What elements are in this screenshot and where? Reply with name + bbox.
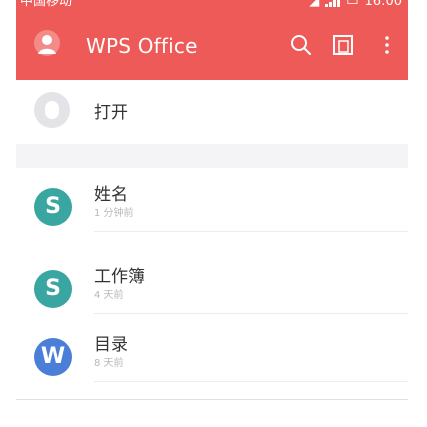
doc-name: 姓名: [94, 185, 128, 205]
spreadsheet-icon: S: [34, 188, 72, 226]
wifi-icon: ◢: [309, 0, 320, 9]
battery-icon: ▭: [346, 0, 359, 9]
section-divider: [16, 144, 408, 168]
row-divider: [94, 381, 408, 382]
spreadsheet-icon: S: [34, 270, 72, 308]
more-vertical-icon[interactable]: [374, 32, 400, 58]
doc-name: 工作簿: [94, 267, 145, 287]
list-item[interactable]: S 工作簿 4 天前: [16, 262, 408, 314]
doc-time: 1 分钟前: [94, 208, 134, 219]
signal-icon: [325, 0, 341, 7]
user-avatar-icon[interactable]: [34, 30, 60, 56]
row-divider: [94, 313, 408, 314]
list-item[interactable]: W 目录 8 天前: [16, 330, 408, 382]
doc-name: 目录: [94, 335, 128, 355]
doc-time: 4 天前: [94, 290, 124, 301]
bottom-divider: [16, 399, 408, 400]
open-file-row[interactable]: 打开: [16, 80, 408, 144]
content-area: 打开 S 姓名 1 分钟前 S 工作簿 4 天前 W 目录 8 天前: [16, 80, 408, 427]
multiwindow-icon[interactable]: [330, 32, 356, 58]
status-bar: 中国移动 ◢ ▭ 16:00: [16, 0, 408, 16]
carrier-label: 中国移动: [20, 0, 73, 9]
app-title: WPS Office: [86, 34, 198, 58]
list-item[interactable]: S 姓名 1 分钟前: [16, 180, 408, 232]
writer-doc-icon: W: [34, 338, 72, 376]
row-divider: [94, 231, 408, 232]
folder-open-icon: [34, 92, 70, 128]
search-icon[interactable]: [288, 32, 314, 58]
open-file-label: 打开: [94, 103, 128, 123]
phone-screen: 中国移动 ◢ ▭ 16:00 WPS Office 打开 S 姓名 1 分钟前 …: [16, 0, 408, 427]
doc-time: 8 天前: [94, 358, 124, 369]
status-right: ◢ ▭ 16:00: [309, 0, 402, 10]
toolbar: WPS Office: [16, 22, 408, 74]
status-time: 16:00: [364, 0, 402, 9]
